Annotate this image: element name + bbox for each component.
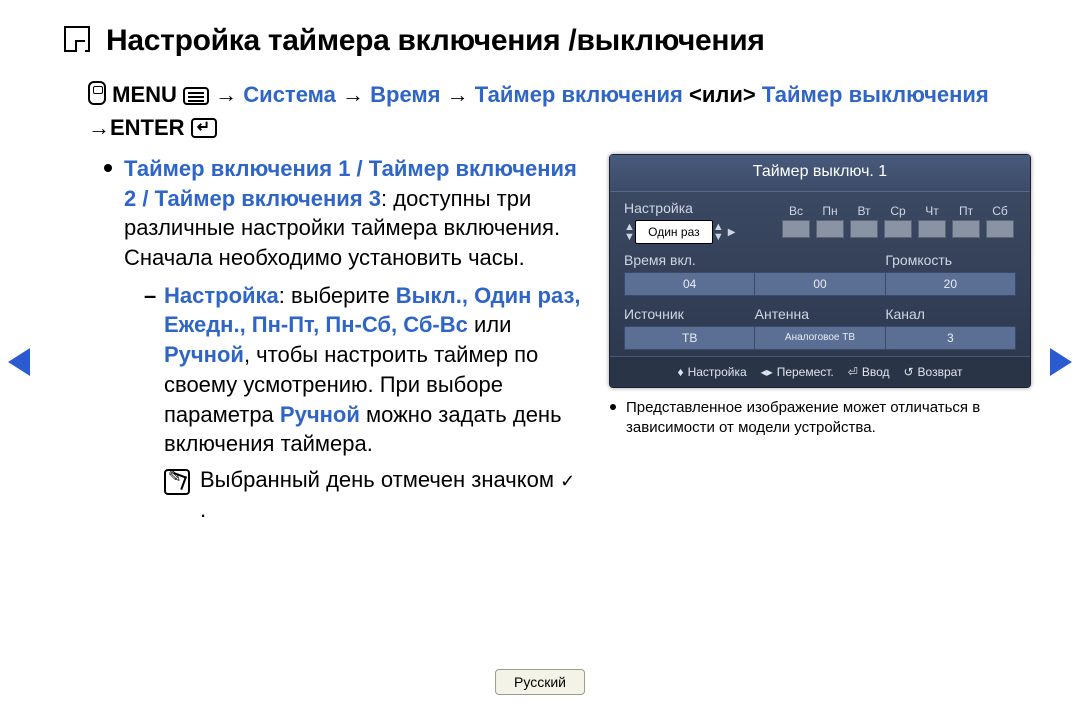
bullet-2-manual2: Ручной: [280, 402, 360, 427]
bc-or: <или>: [689, 82, 756, 107]
bc-arrow-1: →: [215, 82, 237, 107]
source-value[interactable]: ТВ: [625, 327, 755, 349]
setup-label: Настройка: [624, 200, 735, 216]
day-box-0[interactable]: [782, 220, 810, 238]
day-box-5[interactable]: [952, 220, 980, 238]
day-box-6[interactable]: [986, 220, 1014, 238]
bc-arrow-4: →: [88, 115, 110, 140]
day-box-2[interactable]: [850, 220, 878, 238]
note-text: Выбранный день отмечен значком: [200, 467, 560, 492]
leftright-icon: ◂▸: [761, 365, 773, 379]
volume-value[interactable]: 20: [886, 273, 1015, 295]
footer-setup: Настройка: [688, 365, 747, 379]
right-arrow-icon: ▶: [728, 227, 736, 238]
bullet-2-manual: Ручной: [164, 342, 244, 367]
antenna-label: Антенна: [755, 306, 886, 322]
volume-label: Громкость: [885, 252, 1016, 268]
section-icon: [64, 26, 90, 52]
footer-move: Перемест.: [777, 365, 834, 379]
language-badge: Русский: [495, 669, 585, 695]
bc-menu: MENU: [112, 82, 177, 107]
menu-icon: [183, 87, 209, 105]
time-on-label: Время вкл.: [624, 252, 885, 268]
day-box-3[interactable]: [884, 220, 912, 238]
channel-value[interactable]: 3: [886, 327, 1015, 349]
antenna-value[interactable]: Аналоговое ТВ: [755, 327, 885, 349]
footer-return: Возврат: [918, 365, 963, 379]
breadcrumb: MENU → Система → Время → Таймер включени…: [88, 78, 1032, 144]
enter-icon: [191, 118, 217, 138]
left-column: Таймер включения 1 / Таймер включения 2 …: [64, 154, 584, 524]
note-line: Выбранный день отмечен значком ✓ .: [64, 465, 584, 524]
bc-off-timer: Таймер выключения: [762, 82, 989, 107]
right-column: Таймер выключ. 1 Настройка ▲▼ Один раз ▲…: [608, 154, 1032, 524]
bullet-2-t1: : выберите: [279, 283, 396, 308]
osd-title: Таймер выключ. 1: [610, 155, 1030, 192]
time-hour[interactable]: 04: [625, 273, 755, 295]
note-icon: [164, 469, 190, 495]
next-page-arrow[interactable]: [1050, 348, 1072, 376]
day-2: Вт: [849, 204, 879, 218]
enter-small-icon: ⏎: [848, 365, 858, 379]
bullet-2-label: Настройка: [164, 283, 279, 308]
day-1: Пн: [815, 204, 845, 218]
bc-arrow-3: →: [447, 82, 469, 107]
check-icon: ✓: [560, 471, 575, 491]
bc-system: Система: [243, 82, 336, 107]
osd-footer: ♦ Настройка ◂▸ Перемест. ⏎ Ввод ↺ Возврат: [610, 356, 1030, 387]
bullet-2-or: или: [468, 312, 512, 337]
bullet-2: Настройка: выберите Выкл., Один раз, Еже…: [64, 281, 584, 459]
day-box-1[interactable]: [816, 220, 844, 238]
note-dot: .: [200, 497, 206, 522]
bullet-1: Таймер включения 1 / Таймер включения 2 …: [64, 154, 584, 273]
bc-arrow-2: →: [342, 82, 364, 107]
day-4: Чт: [917, 204, 947, 218]
source-label: Источник: [624, 306, 755, 322]
page-title: Настройка таймера включения /выключения: [64, 24, 1032, 58]
prev-page-arrow[interactable]: [8, 348, 30, 376]
bc-time: Время: [370, 82, 440, 107]
remote-icon: [88, 81, 106, 105]
day-box-4[interactable]: [918, 220, 946, 238]
bc-on-timer: Таймер включения: [475, 82, 683, 107]
source-row[interactable]: ТВ Аналоговое ТВ 3: [624, 326, 1016, 350]
time-volume-row[interactable]: 04 00 20: [624, 272, 1016, 296]
day-6: Сб: [985, 204, 1015, 218]
day-5: Пт: [951, 204, 981, 218]
updown-icon: ♦: [677, 365, 683, 379]
return-icon: ↺: [903, 365, 913, 379]
osd-panel: Таймер выключ. 1 Настройка ▲▼ Один раз ▲…: [609, 154, 1031, 388]
time-min[interactable]: 00: [755, 273, 885, 295]
day-3: Ср: [883, 204, 913, 218]
title-text: Настройка таймера включения /выключения: [106, 24, 765, 57]
setup-value[interactable]: Один раз: [635, 220, 713, 244]
bc-enter: ENTER: [110, 115, 185, 140]
image-caption: Представленное изображение может отличат…: [608, 398, 1032, 437]
channel-label: Канал: [885, 306, 1016, 322]
footer-enter: Ввод: [862, 365, 890, 379]
days-row: Вс Пн Вт Ср Чт Пт Сб: [780, 204, 1016, 240]
day-0: Вс: [781, 204, 811, 218]
